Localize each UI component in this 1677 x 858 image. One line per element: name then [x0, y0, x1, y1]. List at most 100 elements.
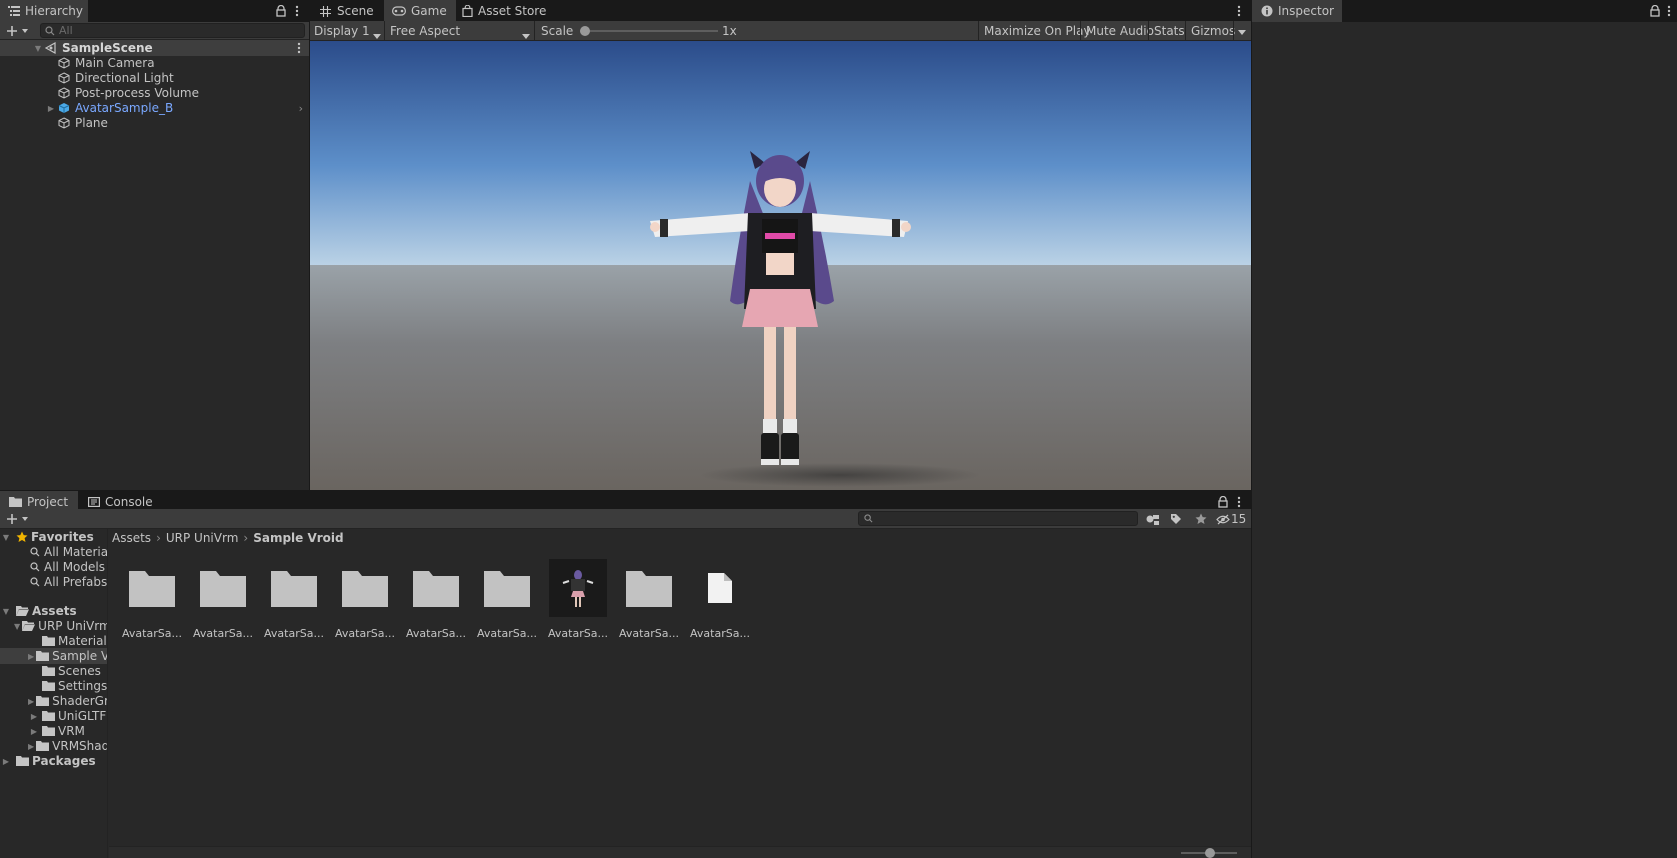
favorites-header[interactable]: ▼ Favorites — [0, 529, 107, 545]
expand-arrow-icon[interactable]: ▶ — [28, 693, 34, 709]
gizmos-dropdown-button[interactable] — [1233, 21, 1251, 41]
expand-arrow-icon[interactable]: ▶ — [45, 100, 57, 116]
lock-icon[interactable] — [274, 4, 288, 18]
folder-urp-univrm[interactable]: ▼ URP UniVrm — [0, 618, 107, 634]
hierarchy-item-label: Plane — [75, 116, 108, 130]
icon-size-slider[interactable] — [1181, 848, 1237, 858]
lock-icon[interactable] — [1216, 495, 1230, 509]
scale-control: Scale 1x — [534, 21, 737, 41]
expand-arrow-icon[interactable]: ▶ — [28, 723, 40, 739]
breadcrumb-assets[interactable]: Assets — [112, 531, 151, 545]
expand-arrow-icon[interactable]: ▶ — [28, 738, 34, 754]
asset-item[interactable]: AvatarSa... — [192, 559, 254, 649]
expand-arrow-icon[interactable]: ▼ — [14, 618, 20, 634]
expand-arrow-icon[interactable]: ▶ — [0, 753, 12, 769]
folder-settings[interactable]: Settings — [0, 678, 107, 694]
stats-button[interactable]: Stats — [1148, 21, 1190, 41]
folder-sample-vroid[interactable]: ▶ Sample Vroid — [0, 648, 107, 664]
favorite-item-all-prefabs[interactable]: All Prefabs — [0, 574, 107, 590]
scale-slider[interactable] — [580, 26, 718, 36]
asset-label: AvatarSa... — [690, 627, 750, 640]
display-dropdown[interactable]: Display 1 — [310, 21, 384, 41]
info-icon — [1260, 4, 1273, 18]
folder-unigltf[interactable]: ▶ UniGLTF — [0, 708, 107, 724]
file-icon — [708, 573, 732, 603]
asset-item[interactable]: AvatarSa... — [618, 559, 680, 649]
kebab-menu-icon[interactable] — [1232, 4, 1246, 18]
assets-header[interactable]: ▼ Assets — [0, 603, 107, 619]
packages-header[interactable]: ▶ Packages — [0, 753, 107, 769]
folder-icon — [42, 636, 55, 646]
expand-arrow-icon[interactable]: ▶ — [28, 648, 34, 664]
hierarchy-item-directional-light[interactable]: Directional Light — [0, 70, 309, 86]
tab-hierarchy-label: Hierarchy — [25, 4, 84, 18]
folder-materials[interactable]: Materials — [0, 633, 107, 649]
search-icon — [45, 25, 55, 36]
packages-label: Packages — [32, 754, 96, 768]
asset-grid: AvatarSa... AvatarSa... AvatarSa... Avat… — [109, 549, 1251, 846]
asset-item[interactable]: AvatarSa... — [121, 559, 183, 649]
asset-label: AvatarSa... — [264, 627, 324, 640]
expand-arrow-icon[interactable]: ▼ — [0, 603, 12, 619]
asset-item[interactable]: AvatarSa... — [263, 559, 325, 649]
folder-vrmshaders[interactable]: ▶ VRMShaders — [0, 738, 107, 754]
add-dropdown-button[interactable] — [5, 24, 31, 38]
favorite-item-label: All Models — [44, 560, 105, 574]
create-dropdown-button[interactable] — [5, 512, 31, 526]
tab-scene[interactable]: Scene — [310, 0, 382, 22]
asset-item[interactable]: AvatarSa... — [547, 559, 609, 649]
hierarchy-item-avatar-sample-b[interactable]: ▶ AvatarSample_B › — [0, 100, 309, 116]
hidden-packages-toggle[interactable]: 15 — [1216, 512, 1246, 526]
hierarchy-search-input[interactable]: All — [40, 23, 305, 38]
kebab-menu-icon[interactable] — [1662, 4, 1676, 18]
hierarchy-item-plane[interactable]: Plane — [0, 115, 309, 131]
asset-item[interactable]: AvatarSa... — [405, 559, 467, 649]
search-by-label-icon[interactable] — [1169, 512, 1183, 526]
favorite-item-all-materials[interactable]: All Materials — [0, 544, 107, 560]
inspector-tabbar: Inspector — [1252, 0, 1677, 22]
folder-shadergraphs[interactable]: ▶ ShaderGraphs — [0, 693, 107, 709]
gizmos-button[interactable]: Gizmos — [1185, 21, 1240, 41]
kebab-menu-icon[interactable] — [290, 4, 304, 18]
hierarchy-item-label: Post-process Volume — [75, 86, 199, 100]
tab-asset-store[interactable]: Asset Store — [454, 0, 550, 22]
hierarchy-item-main-camera[interactable]: Main Camera — [0, 55, 309, 71]
search-by-type-icon[interactable] — [1145, 512, 1159, 526]
hierarchy-item-post-process-volume[interactable]: Post-process Volume — [0, 85, 309, 101]
kebab-menu-icon[interactable] — [1232, 495, 1246, 509]
folder-icon — [36, 741, 50, 751]
star-icon[interactable] — [1194, 512, 1208, 526]
tab-hierarchy[interactable]: Hierarchy — [0, 0, 88, 22]
chevron-right-icon[interactable]: › — [299, 102, 303, 115]
game-panel: Scene Game Asset Store Display 1 Free As… — [310, 0, 1251, 490]
expand-arrow-icon[interactable]: ▼ — [0, 529, 12, 545]
folder-vrm[interactable]: ▶ VRM — [0, 723, 107, 739]
folder-scenes[interactable]: Scenes — [0, 663, 107, 679]
maximize-on-play-button[interactable]: Maximize On Play — [978, 21, 1096, 41]
tab-inspector[interactable]: Inspector — [1252, 0, 1342, 22]
favorite-item-all-models[interactable]: All Models — [0, 559, 107, 575]
game-viewport[interactable] — [310, 41, 1251, 490]
lock-icon[interactable] — [1648, 4, 1662, 18]
search-icon — [864, 512, 873, 526]
tab-game[interactable]: Game — [384, 0, 456, 22]
breadcrumb-urp-univrm[interactable]: URP UniVrm — [166, 531, 239, 545]
scale-slider-thumb[interactable] — [580, 26, 590, 36]
favorite-item-label: All Materials — [44, 545, 108, 559]
expand-arrow-icon[interactable]: ▼ — [32, 40, 44, 56]
asset-item[interactable]: AvatarSa... — [689, 559, 751, 649]
icon-size-slider-thumb[interactable] — [1205, 848, 1215, 858]
gameobject-cube-icon — [57, 116, 71, 130]
asset-label: AvatarSa... — [122, 627, 182, 640]
aspect-dropdown[interactable]: Free Aspect — [384, 21, 534, 41]
expand-arrow-icon[interactable]: ▶ — [28, 708, 40, 724]
asset-item[interactable]: AvatarSa... — [476, 559, 538, 649]
project-search-input[interactable] — [858, 511, 1138, 526]
display-dropdown-label: Display 1 — [314, 24, 370, 38]
folder-icon — [42, 666, 55, 676]
scene-row[interactable]: ▼ SampleScene — [0, 40, 309, 56]
breadcrumb-sample-vroid[interactable]: Sample Vroid — [253, 531, 343, 545]
asset-item[interactable]: AvatarSa... — [334, 559, 396, 649]
asset-label: AvatarSa... — [335, 627, 395, 640]
folder-icon — [36, 651, 50, 661]
